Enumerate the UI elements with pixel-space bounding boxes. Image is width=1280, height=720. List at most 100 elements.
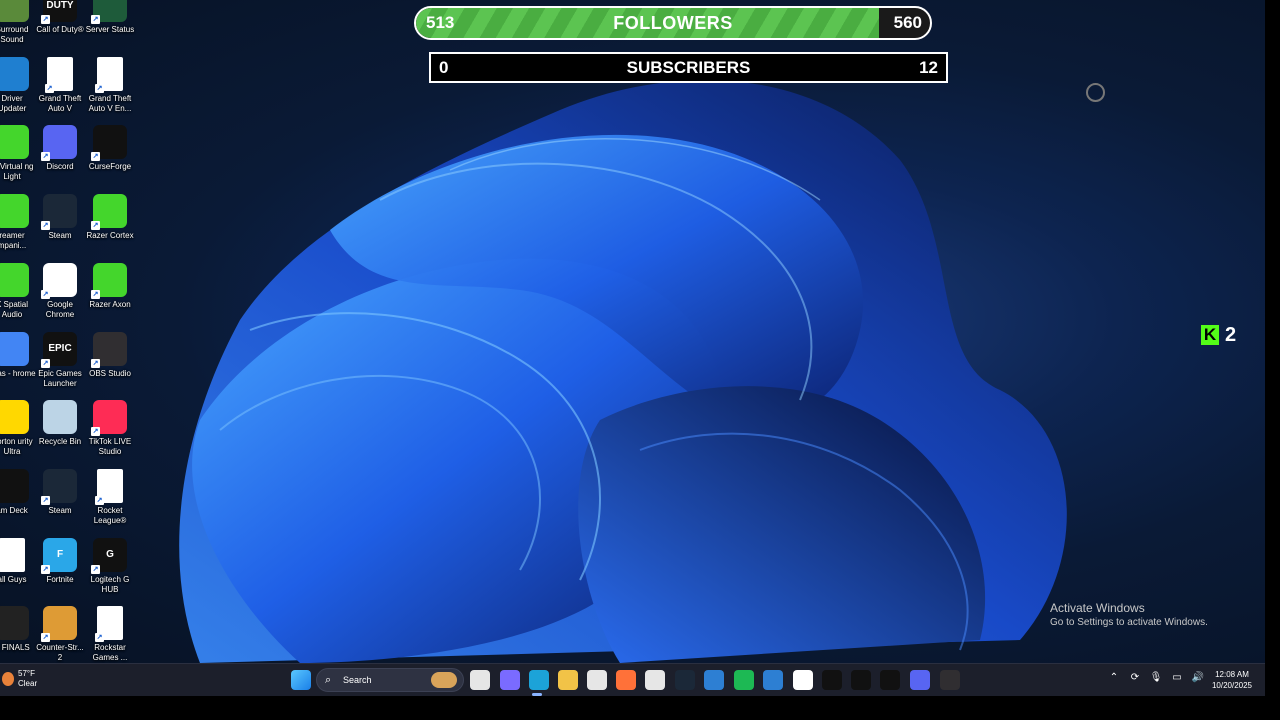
spotify-icon[interactable]	[734, 670, 754, 690]
desktop-icon-obs-studio[interactable]: ↗ OBS Studio	[85, 331, 135, 379]
desktop-icon-server-status[interactable]: ↗ Server Status	[85, 0, 135, 35]
shortcut-arrow-icon: ↗	[91, 427, 100, 437]
kick-viewer-count: K 2	[1201, 324, 1236, 346]
desktop-icon-tiktok-live-studio[interactable]: ↗ TikTok LIVE Studio	[85, 400, 135, 457]
shortcut-arrow-icon: ↗	[41, 633, 50, 643]
followers-label: FOLLOWERS	[613, 13, 733, 33]
call-of-duty-icon: DUTY ↗	[41, 0, 77, 24]
desktop-icon-call-of-duty[interactable]: DUTY ↗ Call of Duty®	[35, 0, 85, 35]
desktop-icon-epic-games[interactable]: EPIC ↗ Epic Games Launcher	[35, 331, 85, 389]
edge-icon[interactable]	[529, 670, 549, 690]
discord-icon[interactable]	[910, 670, 930, 690]
taskbar: 57°F Clear ⌕ Search ⌃ ⟳ 🎙 ▭ 🔊 12:08 AM 10/20…	[0, 663, 1265, 696]
desktop-icon-fortnite[interactable]: F ↗ Fortnite	[35, 537, 85, 585]
desktop-icon-recycle-bin[interactable]: Recycle Bin	[35, 400, 85, 447]
clock-time: 12:08 AM	[1215, 670, 1249, 679]
task-view-icon[interactable]	[470, 670, 490, 690]
copilot-icon[interactable]	[500, 670, 520, 690]
desktop-icon-the-finals[interactable]: E FINALS	[0, 606, 37, 653]
subscribers-target-count: 12	[919, 58, 938, 77]
taskbar-clock[interactable]: 12:08 AM 10/20/2025	[1208, 669, 1256, 691]
sync-icon[interactable]: ⟳	[1128, 672, 1142, 683]
app-icon[interactable]	[704, 670, 724, 690]
desktop-icon-stream-deck[interactable]: am Deck	[0, 468, 37, 516]
desktop-icon-chrome-profile[interactable]: Elias - hrome	[0, 331, 37, 379]
shortcut-arrow-icon: ↗	[91, 564, 100, 574]
shortcut-arrow-icon: ↗	[95, 495, 104, 505]
desktop-icon-razer-virtual-lighting[interactable]: er Virtual ng Light	[0, 125, 37, 182]
app-window-icon[interactable]	[763, 670, 783, 690]
kick-viewer-number: 2	[1225, 323, 1237, 346]
news-icon[interactable]	[645, 670, 665, 690]
chevron-up-icon[interactable]: ⌃	[1107, 672, 1121, 683]
file-icon: ↗	[95, 468, 123, 505]
desktop-icon-label: Server Status	[85, 25, 135, 34]
steam-icon: ↗	[41, 194, 77, 231]
volume-icon[interactable]: 🔊	[1191, 672, 1205, 683]
obs-studio-icon[interactable]	[940, 670, 960, 690]
epic-games-icon[interactable]	[851, 670, 871, 690]
file-icon	[0, 537, 25, 572]
desktop-icon-file[interactable]: ↗ Rockstar Games ...	[85, 606, 135, 663]
tiktok-icon[interactable]	[880, 670, 900, 690]
desktop-icon-label: X Spatial Audio	[0, 299, 29, 319]
microsoft-store-icon[interactable]	[587, 670, 607, 690]
desktop-icon-label: Elias - hrome	[0, 368, 36, 378]
desktop-icon-razer-cortex[interactable]: ↗ Razer Cortex	[85, 194, 135, 241]
desktop-icon-steam[interactable]: ↗ Steam	[35, 468, 85, 516]
subscribers-goal-bar: 0 SUBSCRIBERS 12	[429, 52, 948, 83]
desktop: Surround SoundDUTY↗Call of Duty®↗Server …	[0, 0, 1265, 663]
desktop-icon-driver-updater[interactable]: Driver Updater	[0, 56, 37, 114]
weather-condition: Clear	[18, 679, 38, 688]
shortcut-arrow-icon: ↗	[91, 289, 100, 299]
desktop-icon-counter-strike[interactable]: ↗ Counter-Str... 2	[35, 606, 85, 663]
desktop-icon-razer-axon[interactable]: ↗ Razer Axon	[85, 262, 135, 310]
the-finals-icon	[0, 606, 29, 641]
desktop-icon-label: Google Chrome	[45, 299, 75, 319]
loading-ring-icon	[1086, 83, 1105, 102]
desktop-icon-file[interactable]: ↗ Grand Theft Auto V	[35, 56, 85, 114]
steam-icon[interactable]	[675, 670, 695, 690]
desktop-icon-label: Fortnite	[46, 574, 74, 584]
search-highlight-icon	[431, 672, 457, 688]
screen-border-right	[1265, 0, 1280, 720]
search-placeholder: Search	[343, 675, 372, 685]
desktop-icon-label: Recycle Bin	[38, 437, 82, 447]
microphone-icon[interactable]: 🎙	[1149, 672, 1163, 683]
desktop-icon-file[interactable]: all Guys	[0, 537, 37, 585]
taskbar-search[interactable]: ⌕ Search	[316, 668, 464, 692]
file-explorer-icon[interactable]	[558, 670, 578, 690]
desktop-icon-norton[interactable]: Norton urity Ultra	[0, 400, 37, 457]
subscribers-label: SUBSCRIBERS	[626, 58, 751, 77]
network-icon[interactable]: ▭	[1170, 672, 1184, 683]
desktop-icon-streamer-companion[interactable]: reamer mpani...	[0, 194, 37, 251]
desktop-icon-label: OBS Studio	[89, 368, 131, 378]
norton-icon	[0, 400, 29, 435]
desktop-icon-file[interactable]: ↗ Grand Theft Auto V En...	[85, 56, 135, 114]
desktop-icon-label: all Guys	[0, 574, 27, 584]
desktop-icon-thx-spatial-audio[interactable]: X Spatial Audio	[0, 262, 37, 320]
desktop-icon-chrome[interactable]: ↗ Google Chrome	[35, 262, 85, 320]
desktop-icon-discord[interactable]: ↗ Discord	[35, 125, 85, 172]
clock-date: 10/20/2025	[1211, 681, 1253, 690]
chrome-icon[interactable]	[793, 670, 813, 690]
tiktok-live-studio-icon: ↗	[91, 400, 127, 437]
desktop-icon-label: CurseForge	[88, 162, 132, 172]
desktop-icon-file[interactable]: ↗ Rocket League®	[85, 468, 135, 526]
desktop-icon-curseforge[interactable]: ↗ CurseForge	[85, 125, 135, 172]
desktop-icon-logitech-g-hub[interactable]: G ↗ Logitech G HUB	[85, 537, 135, 595]
razer-axon-icon: ↗	[91, 262, 127, 299]
desktop-icon-surround-sound[interactable]: Surround Sound	[0, 0, 37, 45]
counter-strike-icon: ↗	[41, 606, 77, 643]
razer-icon[interactable]	[822, 670, 842, 690]
desktop-icon-label: Counter-Str... 2	[36, 643, 84, 663]
razer-virtual-lighting-icon	[0, 125, 29, 160]
desktop-icon-label: reamer mpani...	[0, 231, 27, 251]
weather-widget[interactable]: 57°F Clear	[2, 669, 37, 689]
desktop-icon-steam[interactable]: ↗ Steam	[35, 194, 85, 241]
recycle-bin-icon	[43, 400, 77, 435]
windows-start-icon[interactable]	[291, 670, 311, 690]
desktop-icon-label: Norton urity Ultra	[0, 437, 33, 457]
firefox-icon[interactable]	[616, 670, 636, 690]
desktop-icon-label: E FINALS	[0, 643, 30, 653]
